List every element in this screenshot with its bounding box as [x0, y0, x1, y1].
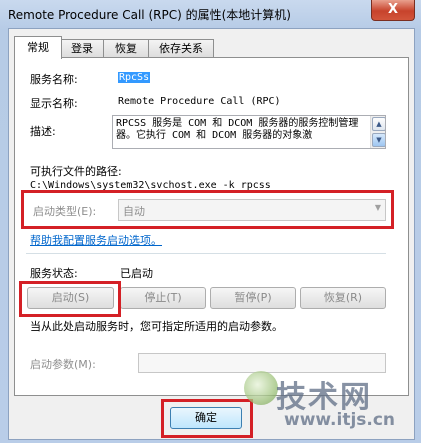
window-title: Remote Procedure Call (RPC) 的属性(本地计算机): [8, 8, 291, 22]
tab-recovery[interactable]: 恢复: [103, 39, 149, 58]
stop-button[interactable]: 停止(T): [120, 287, 206, 309]
service-status-label: 服务状态:: [30, 267, 78, 280]
tab-dependencies[interactable]: 依存关系: [148, 39, 214, 58]
service-name-label: 服务名称:: [30, 73, 78, 86]
tab-logon[interactable]: 登录: [60, 39, 104, 58]
title-bar[interactable]: Remote Procedure Call (RPC) 的属性(本地计算机) X: [0, 0, 421, 28]
description-text: RPCSS 服务是 COM 和 DCOM 服务器的服务控制管理器。它执行 COM…: [116, 118, 359, 141]
start-params-hint: 当从此处启动服务时，您可指定所适用的启动参数。: [30, 320, 283, 333]
startup-type-highlight: [21, 190, 394, 229]
watermark-logo-icon: [244, 371, 278, 405]
service-status-value: 已启动: [120, 267, 153, 280]
start-params-label: 启动参数(M):: [30, 358, 96, 371]
ok-button-highlight: [161, 399, 253, 438]
description-scrollbar[interactable]: ▲ ▼: [370, 116, 385, 148]
pause-button[interactable]: 暂停(P): [210, 287, 296, 309]
tab-general[interactable]: 常规: [14, 36, 62, 59]
properties-window: Remote Procedure Call (RPC) 的属性(本地计算机) X…: [0, 0, 421, 443]
exec-path-label: 可执行文件的路径:: [30, 165, 122, 178]
scroll-down-icon[interactable]: ▼: [372, 133, 385, 147]
description-box[interactable]: RPCSS 服务是 COM 和 DCOM 服务器的服务控制管理器。它执行 COM…: [112, 115, 386, 149]
display-name-value[interactable]: Remote Procedure Call (RPC): [118, 96, 281, 107]
resume-button[interactable]: 恢复(R): [300, 287, 386, 309]
display-name-label: 显示名称:: [30, 97, 78, 110]
start-button-highlight: [19, 281, 121, 317]
watermark-url: www.itjs.cn: [284, 410, 396, 430]
scroll-up-icon[interactable]: ▲: [372, 117, 385, 131]
help-link[interactable]: 帮助我配置服务启动选项。: [30, 232, 162, 248]
divider: [26, 253, 386, 254]
close-button[interactable]: X: [371, 0, 415, 21]
start-params-input[interactable]: [138, 353, 386, 373]
service-name-value[interactable]: RpcSs: [118, 72, 151, 83]
description-label: 描述:: [30, 125, 56, 138]
